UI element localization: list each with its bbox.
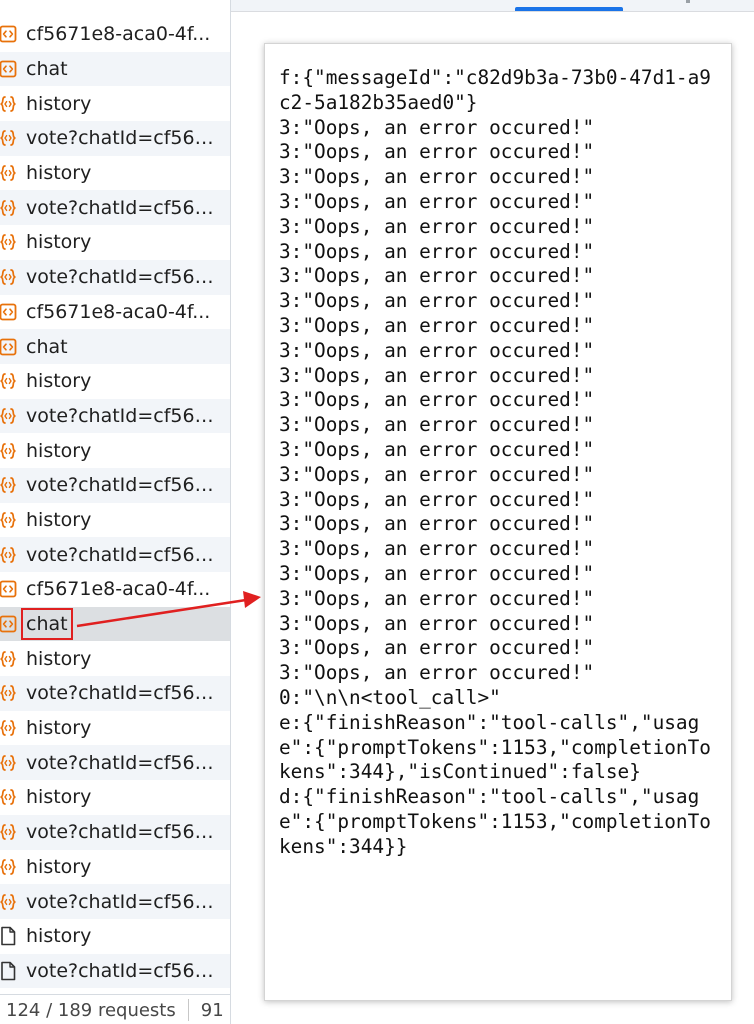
response-preview-popup: f:{"messageId":"c82d9b3a-73b0-47d1-a9c2-… — [264, 43, 732, 1001]
document-code-icon — [0, 59, 18, 79]
request-name: vote?chatId=cf567... — [26, 821, 222, 844]
request-row[interactable]: vote?chatId=cf567... — [0, 814, 230, 850]
request-row[interactable]: vote?chatId=cf567... — [0, 537, 230, 572]
request-name: vote?chatId=cf567... — [26, 127, 222, 150]
status-divider — [187, 999, 189, 1021]
request-row[interactable]: vote?chatId=cf567... — [0, 121, 230, 156]
request-row[interactable]: cf5671e8-aca0-4f... — [0, 17, 230, 52]
request-row-selected[interactable]: chat — [0, 606, 230, 642]
json-braces-icon — [0, 94, 18, 114]
request-list: cf5671e8-aca0-4f... chat history vote?chatI… — [0, 17, 230, 989]
transferred-size: 91 — [200, 999, 224, 1021]
json-braces-icon — [0, 406, 18, 426]
json-braces-icon — [0, 198, 18, 218]
request-name: history — [26, 647, 92, 670]
json-braces-icon — [0, 753, 18, 773]
request-row[interactable]: cf5671e8-aca0-4f... — [0, 572, 230, 607]
network-status-bar: 124 / 189 requests 91 — [0, 994, 230, 1024]
request-row[interactable]: history — [0, 156, 230, 191]
request-row[interactable]: vote?chatId=cf567... — [0, 467, 230, 503]
json-braces-icon — [0, 510, 18, 530]
request-row[interactable]: cf5671e8-aca0-4f... — [0, 295, 230, 330]
request-row[interactable]: history — [0, 641, 230, 676]
request-name: vote?chatId=cf567... — [26, 751, 222, 774]
request-count: 124 / 189 requests — [6, 999, 176, 1021]
request-name: chat — [26, 335, 68, 358]
request-row[interactable]: history — [0, 850, 230, 885]
json-braces-icon — [0, 683, 18, 703]
request-row[interactable]: history — [0, 364, 230, 399]
json-braces-icon — [0, 267, 18, 287]
request-row[interactable]: history — [0, 433, 230, 468]
request-name: history — [26, 231, 92, 254]
request-name: vote?chatId=cf567... — [26, 682, 222, 705]
request-name: vote?chatId=cf567... — [26, 474, 222, 497]
request-name: cf5671e8-aca0-4f... — [26, 23, 211, 46]
request-name: history — [26, 439, 92, 462]
document-code-icon — [0, 24, 18, 44]
request-row[interactable]: vote?chatId=cf567... — [0, 676, 230, 711]
request-row[interactable]: history — [0, 780, 230, 815]
request-row[interactable]: vote?chatId=cf567... — [0, 884, 230, 919]
json-braces-icon — [0, 371, 18, 391]
tab-strip-marker — [686, 0, 690, 3]
request-name: history — [26, 162, 92, 185]
request-name: chat — [21, 608, 73, 641]
request-name: vote?chatId=cf567... — [26, 890, 222, 913]
json-braces-icon — [0, 649, 18, 669]
request-name: history — [26, 370, 92, 393]
response-body-text: f:{"messageId":"c82d9b3a-73b0-47d1-a9c2-… — [279, 66, 711, 858]
document-code-icon — [0, 302, 18, 322]
blank-file-icon — [0, 926, 18, 946]
request-row[interactable]: vote?chatId=cf567... — [0, 190, 230, 226]
active-tab-indicator[interactable] — [515, 7, 623, 11]
document-code-icon — [0, 579, 18, 599]
request-name: vote?chatId=cf567... — [26, 266, 222, 289]
request-row[interactable]: vote?chatId=cf567... — [0, 953, 230, 989]
request-row[interactable]: chat — [0, 329, 230, 364]
json-braces-icon — [0, 128, 18, 148]
request-row[interactable]: vote?chatId=cf567... — [0, 259, 230, 295]
request-name: cf5671e8-aca0-4f... — [26, 578, 211, 601]
document-code-icon — [0, 337, 18, 357]
request-name: vote?chatId=cf567... — [26, 543, 222, 566]
json-braces-icon — [0, 545, 18, 565]
request-row[interactable]: history — [0, 225, 230, 260]
panel-tab-strip — [231, 0, 754, 12]
request-name: vote?chatId=cf567... — [26, 404, 222, 427]
request-name: history — [26, 925, 92, 948]
json-braces-icon — [0, 163, 18, 183]
json-braces-icon — [0, 892, 18, 912]
json-braces-icon — [0, 441, 18, 461]
request-name: chat — [26, 58, 68, 81]
request-row[interactable]: history — [0, 86, 230, 121]
document-code-icon — [0, 614, 18, 634]
json-braces-icon — [0, 475, 18, 495]
json-braces-icon — [0, 232, 18, 252]
blank-file-icon — [0, 961, 18, 981]
request-name: history — [26, 786, 92, 809]
request-row[interactable]: history — [0, 919, 230, 954]
request-row[interactable]: vote?chatId=cf567... — [0, 745, 230, 781]
json-braces-icon — [0, 857, 18, 877]
request-row[interactable]: chat — [0, 51, 230, 87]
network-request-panel: cf5671e8-aca0-4f... chat history vote?chatI… — [0, 0, 231, 1024]
json-braces-icon — [0, 822, 18, 842]
request-name: history — [26, 92, 92, 115]
request-row[interactable]: history — [0, 711, 230, 746]
request-name: vote?chatId=cf567... — [26, 959, 222, 982]
request-row[interactable]: history — [0, 503, 230, 538]
json-braces-icon — [0, 787, 18, 807]
request-name: cf5671e8-aca0-4f... — [26, 300, 211, 323]
request-name: history — [26, 717, 92, 740]
json-braces-icon — [0, 718, 18, 738]
annotation-arrow-head — [243, 591, 261, 608]
request-row[interactable]: vote?chatId=cf567... — [0, 398, 230, 434]
request-name: history — [26, 855, 92, 878]
request-name: vote?chatId=cf567... — [26, 196, 222, 219]
request-name: history — [26, 508, 92, 531]
